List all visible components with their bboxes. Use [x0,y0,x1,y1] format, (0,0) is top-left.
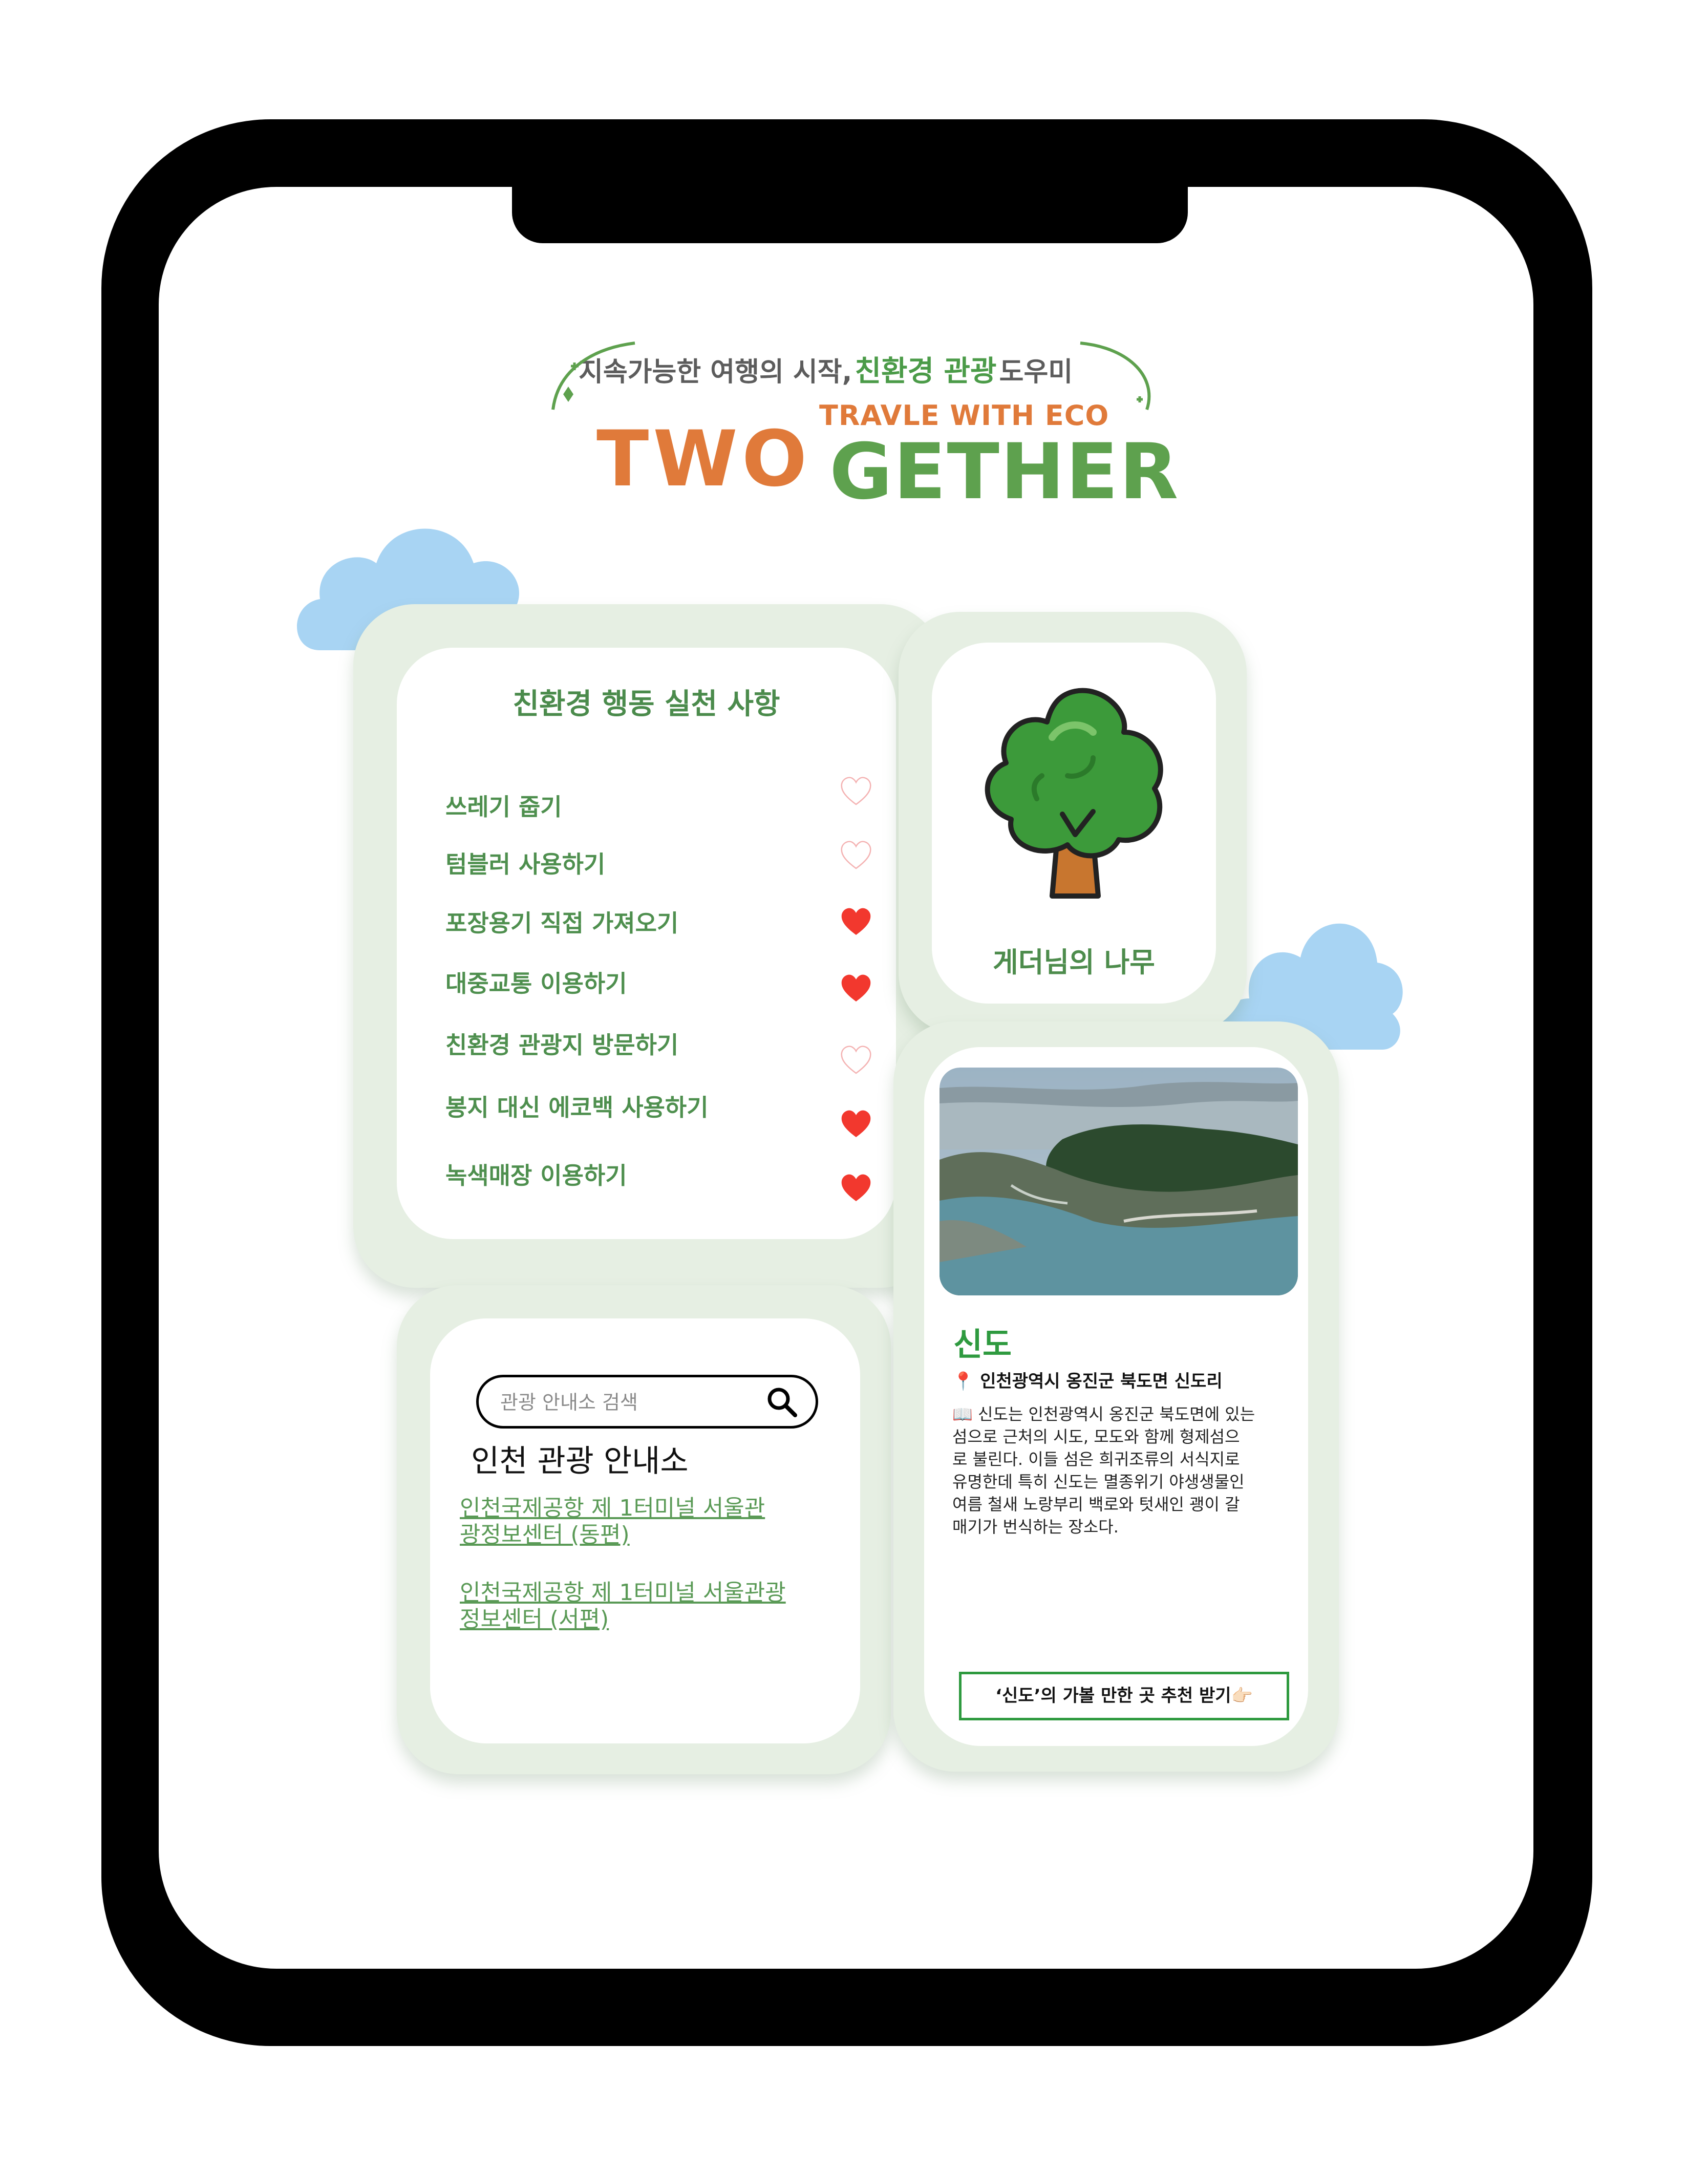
tree-label: 게더님의 나무 [993,946,1155,978]
book-icon: 📖 [952,1404,973,1424]
recommend-button[interactable]: ‘신도’의 가볼 만한 곳 추천 받기👉🏻 [959,1672,1289,1720]
eco-action-label: 쓰레기 줍기 [445,793,562,821]
eco-actions-title: 친환경 행동 실천 사항 [513,688,780,721]
heart-filled-icon[interactable] [840,973,872,1004]
eco-action-label: 텀블러 사용하기 [445,850,606,878]
place-description: 📖 신도는 인천광역시 옹진군 북도면에 있는 섬으로 근처의 시도, 모도와 … [952,1403,1290,1538]
place-desc-line-6: 매기가 번식하는 장소다. [952,1517,1119,1537]
heart-outline-icon[interactable] [840,1045,872,1075]
eco-action-label: 포장용기 직접 가져오기 [445,909,679,937]
place-desc-line-1: 신도는 인천광역시 옹진군 북도면에 있는 [978,1404,1255,1424]
heart-filled-icon[interactable] [840,906,872,937]
place-desc-line-3: 로 불린다. 이들 섬은 희귀조류의 서식지로 [952,1450,1240,1469]
eco-action-label: 녹색매장 이용하기 [445,1162,627,1189]
tourist-info-link-1-line2[interactable]: 광정보센터 (동편) [460,1522,828,1548]
tourist-info-link-2-line1[interactable]: 인천국제공항 제 1터미널 서울관광 [460,1580,828,1606]
logo-two: TWO [596,415,812,504]
island-photo [940,1068,1298,1295]
place-desc-line-5: 여름 철새 노랑부리 백로와 텃새인 괭이 갈 [952,1495,1240,1514]
eco-action-label: 봉지 대신 에코백 사용하기 [445,1094,709,1121]
heart-outline-icon[interactable] [840,776,872,806]
tourist-info-search-box [476,1375,818,1429]
tourist-info-title: 인천 관광 안내소 [471,1443,689,1479]
tree-icon [985,688,1163,899]
logo-gether: GETHER [829,428,1180,517]
location-pin-icon: 📍 [952,1371,974,1392]
tourist-info-search-input[interactable] [499,1387,757,1418]
tourist-info-link-2-line2[interactable]: 정보센터 (서편) [460,1606,828,1633]
place-desc-line-2: 섬으로 근처의 시도, 모도와 함께 형제섬으 [952,1427,1240,1446]
heart-filled-icon[interactable] [840,1109,872,1139]
tablet-notch [512,154,1188,243]
tourist-info-link-1-line1[interactable]: 인천국제공항 제 1터미널 서울관 [460,1495,828,1522]
place-address-row: 📍 인천광역시 옹진군 북도면 신도리 [952,1367,1223,1392]
place-desc-line-4: 유명한데 특히 신도는 멸종위기 야생생물인 [952,1472,1245,1492]
logo-subtitle: TRAVLE WITH ECO [819,399,1109,432]
eco-actions-card-inner [397,648,896,1239]
place-name: 신도 [953,1326,1012,1363]
heart-filled-icon[interactable] [840,1173,872,1203]
tourist-info-link-1[interactable]: 인천국제공항 제 1터미널 서울관 광정보센터 (동편) [460,1495,828,1548]
eco-action-label: 대중교통 이용하기 [445,970,627,997]
place-address: 인천광역시 옹진군 북도면 신도리 [980,1371,1223,1392]
eco-action-label: 친환경 관광지 방문하기 [445,1031,679,1059]
search-icon[interactable] [765,1386,798,1418]
heart-outline-icon[interactable] [840,840,872,870]
tourist-info-link-2[interactable]: 인천국제공항 제 1터미널 서울관광 정보센터 (서편) [460,1580,828,1633]
